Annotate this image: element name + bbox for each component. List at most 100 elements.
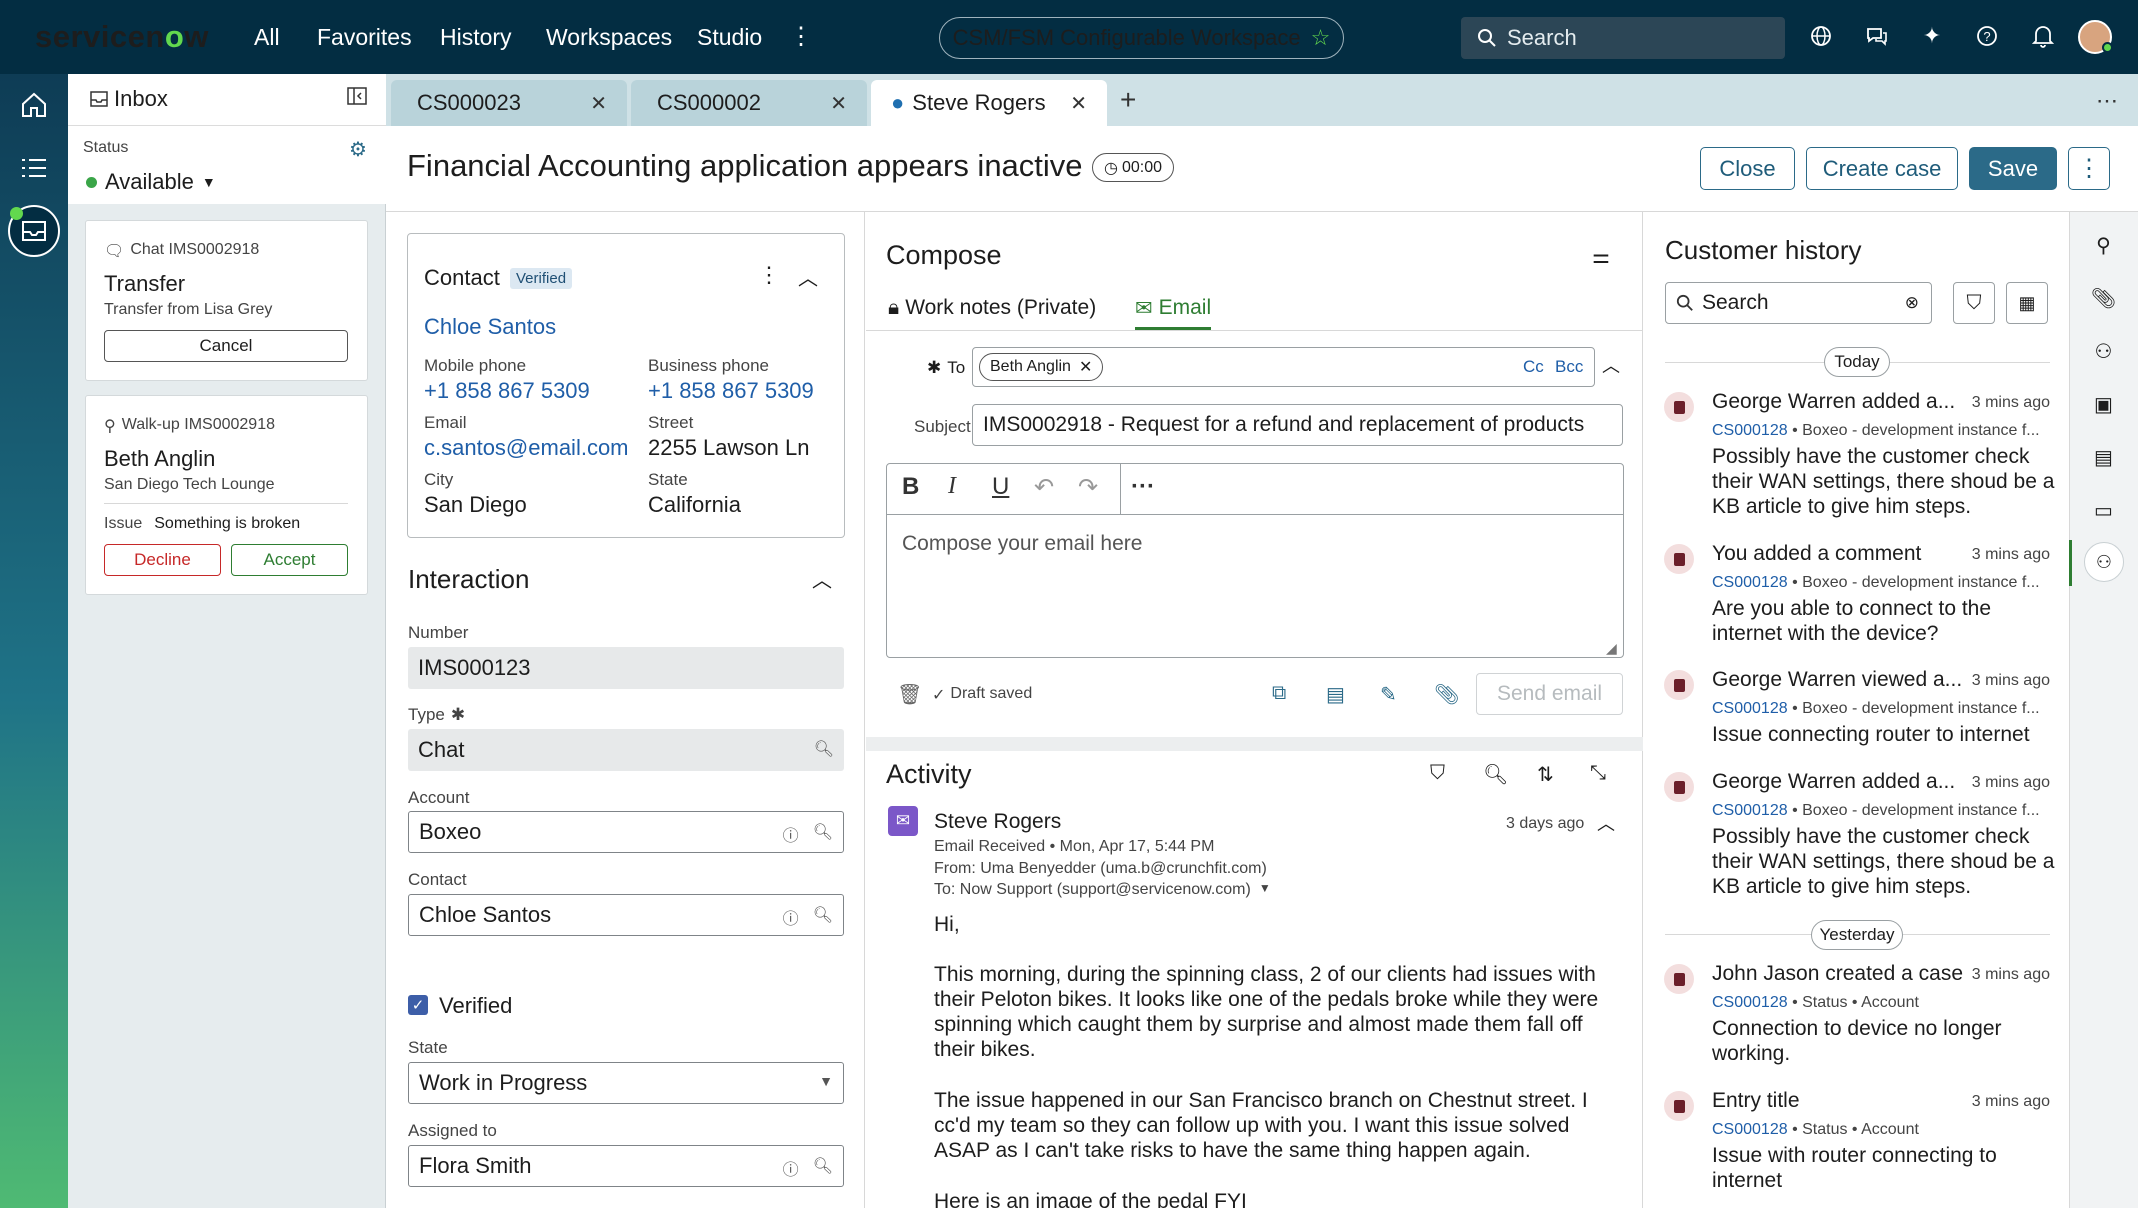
close-tab-icon[interactable]: ✕ [1070,91,1087,116]
history-search-input[interactable]: Search ⊗ [1665,282,1932,324]
redo-icon[interactable]: ↷ [1078,473,1098,502]
close-tab-icon[interactable]: ✕ [590,91,607,116]
contact-field[interactable]: Chloe Santos ⓘ 🔍︎ [408,894,844,936]
save-button[interactable]: Save [1969,147,2057,190]
collapse-panel-icon[interactable] [347,86,367,111]
nav-all[interactable]: All [254,24,280,51]
agent-assist-icon[interactable]: ⚲ [2069,220,2138,270]
accept-button[interactable]: Accept [231,544,348,576]
undo-icon[interactable]: ↶ [1034,473,1054,502]
list-icon[interactable] [0,138,68,198]
people-icon[interactable]: ⚇ [2069,326,2138,376]
bcc-link[interactable]: Bcc [1555,357,1583,377]
status-dropdown[interactable]: Available ▼ [86,169,216,195]
contact-name-link[interactable]: Chloe Santos [424,314,556,340]
history-entry[interactable]: George Warren viewed a... 3 mins ago CS00… [1664,668,2054,748]
nav-favorites[interactable]: Favorites [317,24,412,51]
chevron-up-icon[interactable]: ︿ [1597,810,1615,836]
nav-history[interactable]: History [440,24,512,51]
assigned-field[interactable]: Flora Smith ⓘ 🔍︎ [408,1145,844,1187]
type-field[interactable]: Chat 🔍︎ [408,729,844,771]
chevron-up-icon[interactable]: ︿ [1602,352,1620,378]
send-email-button[interactable]: Send email [1476,673,1623,715]
attachment-icon[interactable]: 📎︎ [2069,273,2138,323]
info-icon[interactable]: ⓘ [783,905,799,929]
decline-button[interactable]: Decline [104,544,221,576]
activity-to[interactable]: To: Now Support (support@servicenow.com)… [934,881,1271,899]
sort-icon[interactable]: ⇅ [1537,762,1554,787]
info-icon[interactable]: ⓘ [783,1156,799,1180]
subject-input[interactable]: IMS0002918 - Request for a refund and re… [972,404,1623,446]
tab-email[interactable]: ✉ Email [1135,296,1212,330]
star-icon[interactable]: ☆ [1311,25,1331,51]
history-entry[interactable]: John Jason created a case 3 mins ago CS00… [1664,962,2054,1065]
sparkle-icon[interactable]: ✦ [1917,21,1947,51]
search-icon[interactable]: 🔍︎ [813,822,833,846]
attachment-icon[interactable]: 📎︎ [1434,682,1459,707]
email-link[interactable]: c.santos@email.com [424,435,629,461]
resize-handle[interactable]: ◢ [1606,640,1617,657]
underline-icon[interactable]: U [992,473,1009,501]
globe-icon[interactable] [1806,21,1836,51]
chevron-up-icon[interactable]: ︿ [812,564,832,593]
workspace-selector[interactable]: CSM/FSM Configurable Workspace ☆ [939,17,1344,59]
more-actions-icon[interactable]: ⋮ [2068,147,2110,190]
document-icon[interactable]: ▤ [2069,432,2138,482]
bell-icon[interactable] [2028,21,2058,51]
contact-more-icon[interactable]: ⋮ [758,262,780,288]
tab-steve-rogers[interactable]: ● Steve Rogers ✕ [871,80,1107,126]
verified-checkbox[interactable]: ✓ [408,995,428,1015]
servicenow-logo[interactable]: servicenow [35,19,209,55]
history-entry[interactable]: George Warren added a... 3 mins ago CS000… [1664,390,2054,518]
chat-icon[interactable] [1862,21,1892,51]
tab-cs000023[interactable]: CS000023 ✕ [391,80,627,126]
template-icon[interactable]: ▤ [1326,682,1345,707]
add-tab-icon[interactable]: + [1120,84,1136,116]
folder-icon[interactable]: ▭ [2069,485,2138,535]
nav-workspaces[interactable]: Workspaces [546,24,672,51]
business-link[interactable]: +1 858 867 5309 [648,378,814,404]
tab-cs000002[interactable]: CS000002 ✕ [631,80,867,126]
cc-link[interactable]: Cc [1523,357,1544,377]
mobile-link[interactable]: +1 858 867 5309 [424,378,590,404]
calendar-icon[interactable]: ▦ [2006,282,2048,324]
info-icon[interactable]: ⓘ [783,822,799,846]
tab-work-notes[interactable]: 🔒︎ Work notes (Private) [888,296,1096,320]
search-icon[interactable]: 🔍︎ [1483,762,1508,787]
more-formatting-icon[interactable]: ··· [1131,473,1155,501]
filter-icon[interactable]: ⛉ [1430,762,1445,785]
chevron-up-icon[interactable]: ︿ [798,262,818,291]
nav-studio[interactable]: Studio [697,24,762,51]
signature-icon[interactable]: ✎ [1380,682,1397,707]
help-icon[interactable]: ? [1972,21,2002,51]
history-entry[interactable]: George Warren added a... 3 mins ago CS000… [1664,770,2054,898]
contact-card-icon[interactable]: ▣ [2069,379,2138,429]
search-icon[interactable]: 🔍︎ [814,739,834,759]
clear-icon[interactable]: ⊗ [1905,293,1919,313]
italic-icon[interactable]: I [948,473,956,500]
close-button[interactable]: Close [1700,147,1795,190]
history-entry[interactable]: Entry title 3 mins ago CS000128 • Status … [1664,1089,2054,1194]
search-icon[interactable]: 🔍︎ [813,1156,833,1180]
history-filter-icon[interactable]: ⛉ [1953,282,1995,324]
more-tabs-icon[interactable]: ⋯ [2096,88,2118,114]
create-case-button[interactable]: Create case [1806,147,1958,190]
recipient-chip[interactable]: Beth Anglin ✕ [979,353,1104,381]
gear-icon[interactable]: ⚙ [349,137,367,162]
email-body-placeholder[interactable]: Compose your email here [902,532,1142,556]
global-search[interactable]: Search [1461,17,1785,59]
collapse-icon[interactable]: ⤡ [1590,762,1606,785]
more-vertical-icon[interactable]: ⋮ [786,21,816,51]
settings-sliders-icon[interactable]: ⚌ [1592,244,1610,269]
history-entry[interactable]: You added a comment 3 mins ago CS000128 •… [1664,542,2054,645]
trash-icon[interactable]: 🗑︎ [897,682,922,707]
state-select[interactable]: Work in Progress ▼ [408,1062,844,1104]
search-icon[interactable]: 🔍︎ [813,905,833,929]
home-icon[interactable] [0,75,68,135]
close-tab-icon[interactable]: ✕ [830,91,847,116]
remove-chip-icon[interactable]: ✕ [1079,357,1092,377]
bold-icon[interactable]: B [902,473,919,501]
account-field[interactable]: Boxeo ⓘ 🔍︎ [408,811,844,853]
cancel-button[interactable]: Cancel [104,330,348,362]
customer-history-icon[interactable]: ⚇ [2084,542,2124,582]
